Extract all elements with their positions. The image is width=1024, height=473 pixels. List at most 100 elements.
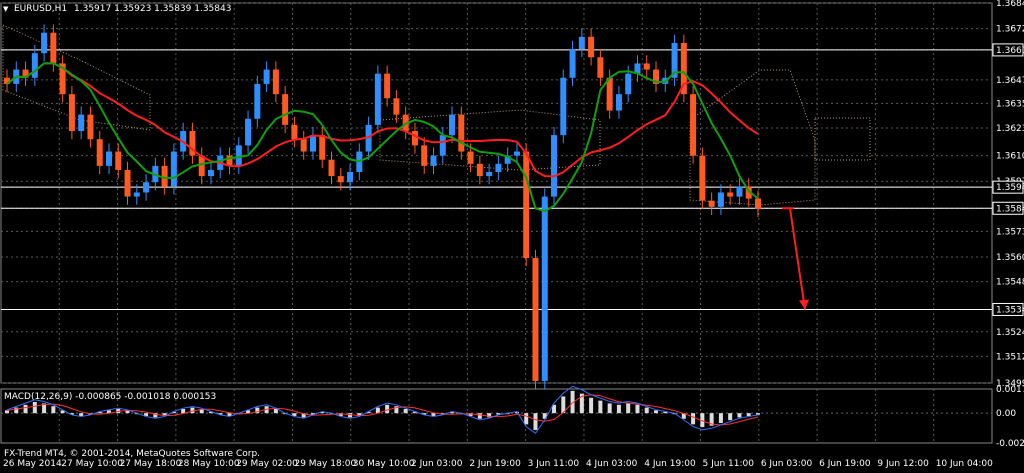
candle-body (254, 83, 261, 119)
candle-body (207, 169, 214, 177)
price-chart[interactable]: 1.36845 1.36720 1.36616 1.36470 1.36355 1.362… (0, 0, 1024, 469)
macd-bar (273, 408, 278, 414)
candle-body (449, 114, 456, 136)
signal-arrow-shaft (789, 208, 806, 310)
candle-body (115, 151, 122, 170)
horizontal-levels[interactable] (1, 49, 992, 310)
time-tick-label: 28 May 10:00 (178, 459, 240, 469)
price-tick-label: 1.35843 (996, 204, 1024, 214)
candle-body (569, 49, 576, 78)
candle-body (124, 169, 131, 197)
macd-bar (5, 410, 9, 414)
macd-tick-label: -0.002136 (996, 439, 1024, 449)
time-tick-label: 30 May 10:00 (353, 459, 415, 469)
copyright-text: FX-Trend MT4, © 2001-2014, MetaQuotes So… (4, 449, 260, 459)
candle-body (560, 77, 567, 136)
chart-window: 1.36845 1.36720 1.36616 1.36470 1.36355 1.362… (0, 0, 1024, 469)
macd-tick-label: 0.00 (996, 409, 1016, 419)
price-tick-label: 1.35240 (996, 328, 1024, 338)
time-tick-label: 29 May 02:00 (236, 459, 298, 469)
candle-body (291, 124, 298, 140)
candle-body (588, 36, 595, 58)
candle-body (513, 151, 520, 156)
price-tick-label: 1.36616 (996, 46, 1024, 56)
time-scale: 26 May 2014 27 May 10:0027 May 18:0028 Ma… (3, 459, 993, 469)
time-tick-label: 27 May 10:00 (61, 459, 123, 469)
time-tick-label: 4 Jun 19:00 (644, 459, 696, 469)
candle-body (421, 145, 428, 166)
price-scale: 1.36845 1.36720 1.36616 1.36470 1.36355 1.362… (992, 0, 1024, 389)
macd-bar (654, 410, 659, 414)
candle-body (727, 192, 734, 197)
sell-signal-arrow (782, 207, 809, 310)
price-tick-label: 1.36720 (996, 25, 1024, 35)
macd-bar (51, 406, 56, 414)
candle-body (133, 192, 140, 197)
candle-body (300, 139, 307, 152)
macd-bar (524, 413, 529, 425)
macd-bar (79, 413, 84, 416)
macd-tick-label: 0.001732 (996, 385, 1024, 395)
candle-body (309, 135, 316, 152)
price-tick-label: 1.35946 (996, 183, 1024, 193)
signal-arrow-head (799, 299, 809, 310)
candle-body (551, 135, 558, 197)
time-tick-label: 29 May 18:00 (294, 459, 356, 469)
moving-averages (6, 62, 759, 213)
price-tick-label: 1.35730 (996, 227, 1024, 237)
time-tick-label: 5 Jun 11:00 (703, 459, 755, 469)
macd-bar (477, 413, 482, 419)
candle-body (717, 192, 724, 207)
macd-bar (635, 404, 640, 414)
cloud-band (814, 117, 871, 161)
price-tick-label: 1.36845 (996, 0, 1024, 9)
candle-body (263, 69, 270, 84)
price-panel-frame (0, 2, 993, 384)
candle-body (486, 172, 493, 177)
candle-body (282, 94, 289, 125)
macd-bar (32, 402, 37, 414)
candle-body (541, 196, 548, 381)
candle-body (374, 73, 381, 125)
time-tick-label: 9 Jun 12:00 (877, 459, 929, 469)
price-tick-label: 1.36470 (996, 76, 1024, 86)
candle-body (78, 114, 85, 132)
time-tick-label: 6 Jun 03:00 (761, 459, 813, 469)
candle-body (96, 139, 103, 166)
candle-body (50, 32, 57, 64)
candle-body (272, 69, 279, 95)
macd-bar (746, 413, 751, 416)
ohlc-readout: 1.35917 1.35923 1.35839 1.35843 (74, 4, 231, 14)
candle-body (476, 163, 483, 177)
candle-body (532, 258, 539, 381)
candle-body (755, 198, 761, 209)
candle-body (170, 151, 177, 187)
candle-body (347, 172, 354, 183)
macd-bar (691, 413, 696, 425)
macd-bar (385, 404, 390, 414)
candle-body (411, 131, 418, 146)
macd-bar (589, 397, 594, 414)
time-tick-label: 2 Jun 03:00 (411, 459, 463, 469)
candle-body (143, 182, 150, 193)
candle-body (235, 145, 242, 166)
time-tick-label: 6 Jun 19:00 (819, 459, 871, 469)
macd-bar (728, 413, 733, 421)
collapse-arrow-icon[interactable]: ▼ (3, 5, 9, 13)
candle-body (690, 94, 697, 156)
price-tick-label: 1.35349 (996, 305, 1024, 315)
macd-label: MACD(12,26,9) -0.000865 -0.001018 0.0001… (4, 392, 216, 402)
candle-body (41, 32, 48, 54)
candle-body (198, 155, 205, 177)
time-tick-label: 2 Jun 19:00 (469, 459, 521, 469)
candle-body (439, 135, 446, 156)
candle-body (495, 163, 502, 173)
time-tick-label: 10 Jun 04:00 (936, 459, 993, 469)
price-tick-label: 1.35485 (996, 278, 1024, 288)
macd-bar (626, 403, 631, 414)
time-tick-label: 4 Jun 03:00 (586, 459, 638, 469)
candle-body (245, 118, 252, 146)
candle-body (615, 94, 622, 111)
price-tick-label: 1.36355 (996, 99, 1024, 109)
macd-bar (616, 404, 621, 414)
